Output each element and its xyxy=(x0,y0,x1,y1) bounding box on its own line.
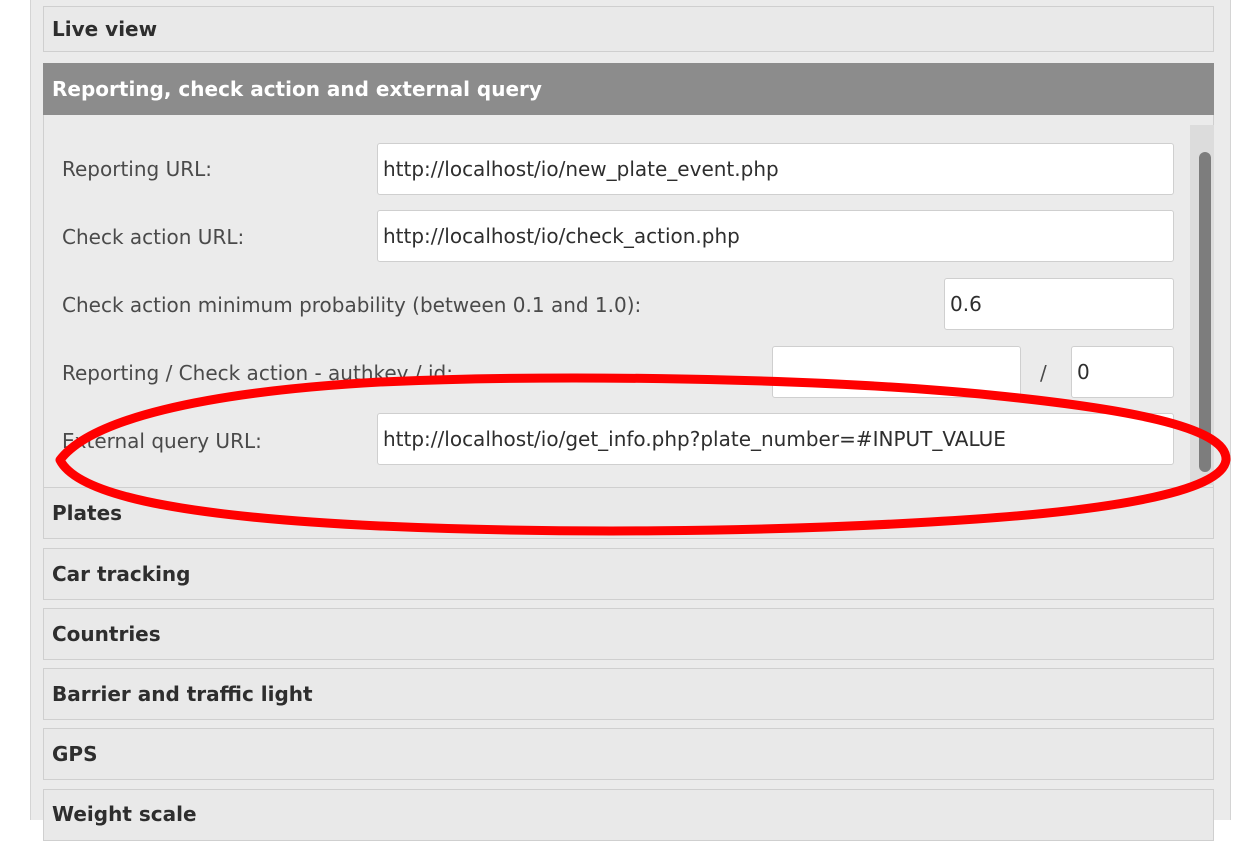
reporting-url-input[interactable]: http://localhost/io/new_plate_event.php xyxy=(377,143,1174,195)
section-barrier-traffic-light[interactable]: Barrier and traffic light xyxy=(43,668,1214,720)
authkey-input[interactable] xyxy=(772,346,1021,398)
settings-window: Live view Reporting, check action and ex… xyxy=(0,0,1250,841)
right-gutter xyxy=(1230,0,1250,820)
section-car-tracking[interactable]: Car tracking xyxy=(43,548,1214,600)
id-input[interactable]: 0 xyxy=(1071,346,1174,398)
min-probability-input[interactable]: 0.6 xyxy=(944,278,1174,330)
id-separator: / xyxy=(1040,361,1047,385)
left-gutter xyxy=(0,0,31,820)
min-probability-label: Check action minimum probability (betwee… xyxy=(62,293,642,317)
check-action-url-input[interactable]: http://localhost/io/check_action.php xyxy=(377,210,1174,262)
reporting-url-label: Reporting URL: xyxy=(62,157,212,181)
section-reporting[interactable]: Reporting, check action and external que… xyxy=(43,63,1214,115)
authkey-label: Reporting / Check action - authkey / id: xyxy=(62,361,453,385)
check-action-url-label: Check action URL: xyxy=(62,225,245,249)
section-plates[interactable]: Plates xyxy=(43,487,1214,539)
section-gps[interactable]: GPS xyxy=(43,728,1214,780)
scrollbar-thumb[interactable] xyxy=(1199,152,1211,472)
section-live-view[interactable]: Live view xyxy=(43,6,1214,52)
section-weight-scale[interactable]: Weight scale xyxy=(43,789,1214,841)
section-countries[interactable]: Countries xyxy=(43,608,1214,660)
external-query-url-label: External query URL: xyxy=(62,429,262,453)
external-query-url-input[interactable]: http://localhost/io/get_info.php?plate_n… xyxy=(377,413,1174,465)
